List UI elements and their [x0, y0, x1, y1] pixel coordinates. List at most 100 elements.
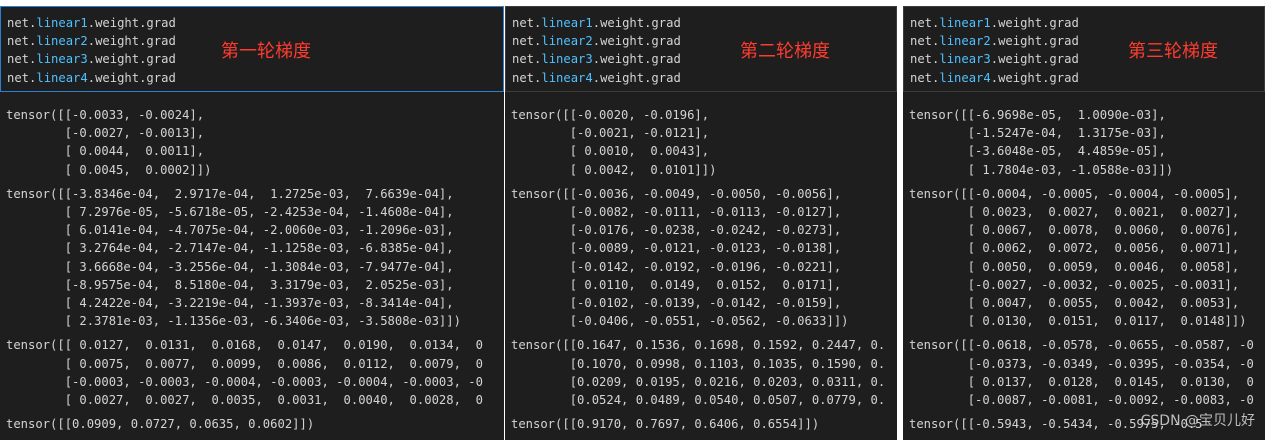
code-cell[interactable]: net.linear1.weight.grad net.linear2.weigh…: [505, 6, 897, 92]
tensor-row: [ 0.0075, 0.0077, 0.0099, 0.0086, 0.0112…: [6, 356, 483, 371]
tensor-row: [ 0.0137, 0.0128, 0.0145, 0.0130, 0: [909, 374, 1254, 389]
tensor-row: tensor([[-0.0033, -0.0024],: [6, 108, 205, 122]
tensor-row: [ 2.3781e-03, -1.1356e-03, -6.3406e-03, …: [6, 314, 461, 329]
code-token: .weight.grad: [990, 52, 1079, 67]
tensor-row: [ 0.0062, 0.0072, 0.0056, 0.0071],: [909, 241, 1240, 256]
code-token: net.: [7, 70, 37, 85]
code-token: net.: [910, 16, 940, 30]
tensor-row: [-0.0087, -0.0081, -0.0092, -0.0083, -0: [909, 393, 1254, 408]
code-attribute: linear3: [939, 52, 991, 67]
code-attribute: linear4: [939, 70, 991, 85]
tensor-row: tensor([[0.1647, 0.1536, 0.1698, 0.1592,…: [511, 338, 886, 353]
tensor-row: tensor([[-0.0020, -0.0196],: [511, 108, 710, 122]
tensor-row: [-0.0082, -0.0111, -0.0113, -0.0127],: [511, 205, 842, 220]
tensor-row: [ 0.0050, 0.0059, 0.0046, 0.0058],: [909, 259, 1240, 274]
watermark: CSDN @宝贝儿好: [1140, 413, 1255, 429]
code-attribute: linear1: [939, 16, 991, 30]
code-cell[interactable]: net.linear1.weight.grad net.linear2.weigh…: [0, 6, 504, 92]
code-token: .weight.grad: [990, 70, 1079, 85]
code-token: net.: [910, 34, 940, 49]
tensor-row: tensor([[-6.9698e-05, 1.0090e-03],: [909, 108, 1166, 122]
tensor-row: [0.0209, 0.0195, 0.0216, 0.0203, 0.0311,…: [511, 374, 886, 389]
tensor-row: tensor([[-0.0004, -0.0005, -0.0004, -0.0…: [909, 186, 1240, 201]
code-attribute: linear3: [541, 52, 593, 67]
tensor-output: tensor([[-6.9698e-05, 1.0090e-03], [-1.5…: [909, 106, 1254, 179]
tensor-output: tensor([[0.9170, 0.7697, 0.6406, 0.6554]…: [511, 415, 885, 433]
tensor-row: [ 4.2422e-04, -3.2219e-04, -1.3937e-03, …: [6, 296, 454, 311]
tensor-row: [-0.0102, -0.0139, -0.0142, -0.0159],: [511, 296, 842, 311]
tensor-row: [-1.5247e-04, 1.3175e-03],: [909, 126, 1166, 141]
code-token: .weight.grad: [592, 52, 681, 67]
tensor-row: tensor([[-3.8346e-04, 2.9717e-04, 1.2725…: [6, 186, 454, 201]
code-token: net.: [910, 52, 940, 67]
tensor-row: [-0.0027, -0.0013],: [6, 126, 205, 141]
code-token: net.: [512, 70, 542, 85]
code-lines: net.linear1.weight.grad net.linear2.weigh…: [512, 14, 681, 87]
tensor-output: tensor([[-0.0020, -0.0196], [-0.0021, -0…: [511, 106, 885, 179]
tensor-row: [ 0.0044, 0.0011],: [6, 144, 205, 159]
notebook-panel-round-2: net.linear1.weight.grad net.linear2.weigh…: [505, 6, 897, 440]
code-attribute: linear3: [36, 52, 88, 67]
notebook-panel-round-1: net.linear1.weight.grad net.linear2.weigh…: [0, 6, 504, 440]
tensor-output: tensor([[0.1647, 0.1536, 0.1698, 0.1592,…: [511, 336, 885, 409]
tensor-row: [-0.0406, -0.0551, -0.0562, -0.0633]]): [511, 314, 849, 329]
output-area: tensor([[-6.9698e-05, 1.0090e-03], [-1.5…: [909, 106, 1254, 439]
code-line: net.linear3.weight.grad: [910, 50, 1079, 68]
tensor-row: [ 0.0045, 0.0002]]): [6, 162, 212, 177]
code-token: .weight.grad: [592, 34, 681, 49]
code-lines: net.linear1.weight.grad net.linear2.weigh…: [7, 14, 176, 87]
tensor-row: [ 1.7804e-03, -1.0588e-03]]): [909, 162, 1174, 177]
code-line: net.linear1.weight.grad: [512, 14, 681, 32]
code-line: net.linear2.weight.grad: [7, 32, 176, 50]
tensor-output: tensor([[-0.0004, -0.0005, -0.0004, -0.0…: [909, 185, 1254, 331]
code-token: net.: [512, 52, 542, 67]
code-token: .weight.grad: [990, 34, 1079, 49]
tensor-output: tensor([[-0.0036, -0.0049, -0.0050, -0.0…: [511, 185, 885, 331]
tensor-row: [-0.0089, -0.0121, -0.0123, -0.0138],: [511, 241, 842, 256]
tensor-row: tensor([[0.9170, 0.7697, 0.6406, 0.6554]…: [511, 417, 820, 432]
code-token: .weight.grad: [592, 16, 681, 30]
code-attribute: linear2: [36, 34, 88, 49]
output-area: tensor([[-0.0020, -0.0196], [-0.0021, -0…: [511, 106, 885, 439]
code-lines: net.linear1.weight.grad net.linear2.weigh…: [910, 14, 1079, 87]
tensor-row: [ 0.0067, 0.0078, 0.0060, 0.0076],: [909, 223, 1240, 238]
tensor-output: tensor([[-0.0618, -0.0578, -0.0655, -0.0…: [909, 336, 1254, 409]
tensor-row: [-8.9575e-04, 8.5180e-04, 3.3179e-03, 2.…: [6, 277, 454, 292]
code-line: net.linear3.weight.grad: [512, 50, 681, 68]
tensor-row: tensor([[ 0.0127, 0.0131, 0.0168, 0.0147…: [6, 338, 483, 353]
code-token: .weight.grad: [87, 70, 176, 85]
code-line: net.linear4.weight.grad: [910, 69, 1079, 87]
code-cell[interactable]: net.linear1.weight.grad net.linear2.weigh…: [903, 6, 1265, 92]
tensor-row: [ 0.0010, 0.0043],: [511, 144, 710, 159]
tensor-row: [0.0524, 0.0489, 0.0540, 0.0507, 0.0779,…: [511, 393, 886, 408]
code-attribute: linear2: [541, 34, 593, 49]
tensor-row: [ 3.6668e-04, -3.2556e-04, -1.3084e-03, …: [6, 259, 454, 274]
tensor-row: [-0.0021, -0.0121],: [511, 126, 710, 141]
tensor-output: tensor([[ 0.0127, 0.0131, 0.0168, 0.0147…: [6, 336, 483, 409]
round-label: 第二轮梯度: [740, 41, 830, 62]
code-attribute: linear1: [36, 16, 88, 30]
notebook-panel-round-3: net.linear1.weight.grad net.linear2.weigh…: [903, 6, 1265, 440]
code-line: net.linear4.weight.grad: [512, 69, 681, 87]
tensor-row: tensor([[-0.0036, -0.0049, -0.0050, -0.0…: [511, 186, 842, 201]
tensor-row: [ 0.0042, 0.0101]]): [511, 162, 717, 177]
tensor-row: [ 0.0023, 0.0027, 0.0021, 0.0027],: [909, 205, 1240, 220]
code-token: net.: [910, 70, 940, 85]
code-line: net.linear2.weight.grad: [512, 32, 681, 50]
tensor-row: [ 0.0027, 0.0027, 0.0035, 0.0031, 0.0040…: [6, 393, 483, 408]
code-line: net.linear2.weight.grad: [910, 32, 1079, 50]
code-token: .weight.grad: [990, 16, 1079, 30]
output-area: tensor([[-0.0033, -0.0024], [-0.0027, -0…: [6, 106, 483, 439]
tensor-row: tensor([[-0.0618, -0.0578, -0.0655, -0.0…: [909, 338, 1254, 353]
tensor-row: [ 0.0110, 0.0149, 0.0152, 0.0171],: [511, 277, 842, 292]
code-token: net.: [512, 34, 542, 49]
tensor-output: tensor([[0.0909, 0.0727, 0.0635, 0.0602]…: [6, 415, 483, 433]
tensor-row: [-0.0373, -0.0349, -0.0395, -0.0354, -0: [909, 356, 1254, 371]
tensor-row: [ 0.0130, 0.0151, 0.0117, 0.0148]]): [909, 314, 1247, 329]
tensor-row: [ 0.0047, 0.0055, 0.0042, 0.0053],: [909, 296, 1240, 311]
tensor-row: [-3.6048e-05, 4.4859e-05],: [909, 144, 1166, 159]
code-attribute: linear4: [541, 70, 593, 85]
tensor-row: [0.1070, 0.0998, 0.1103, 0.1035, 0.1590,…: [511, 356, 886, 371]
code-attribute: linear2: [939, 34, 991, 49]
code-token: .weight.grad: [87, 34, 176, 49]
